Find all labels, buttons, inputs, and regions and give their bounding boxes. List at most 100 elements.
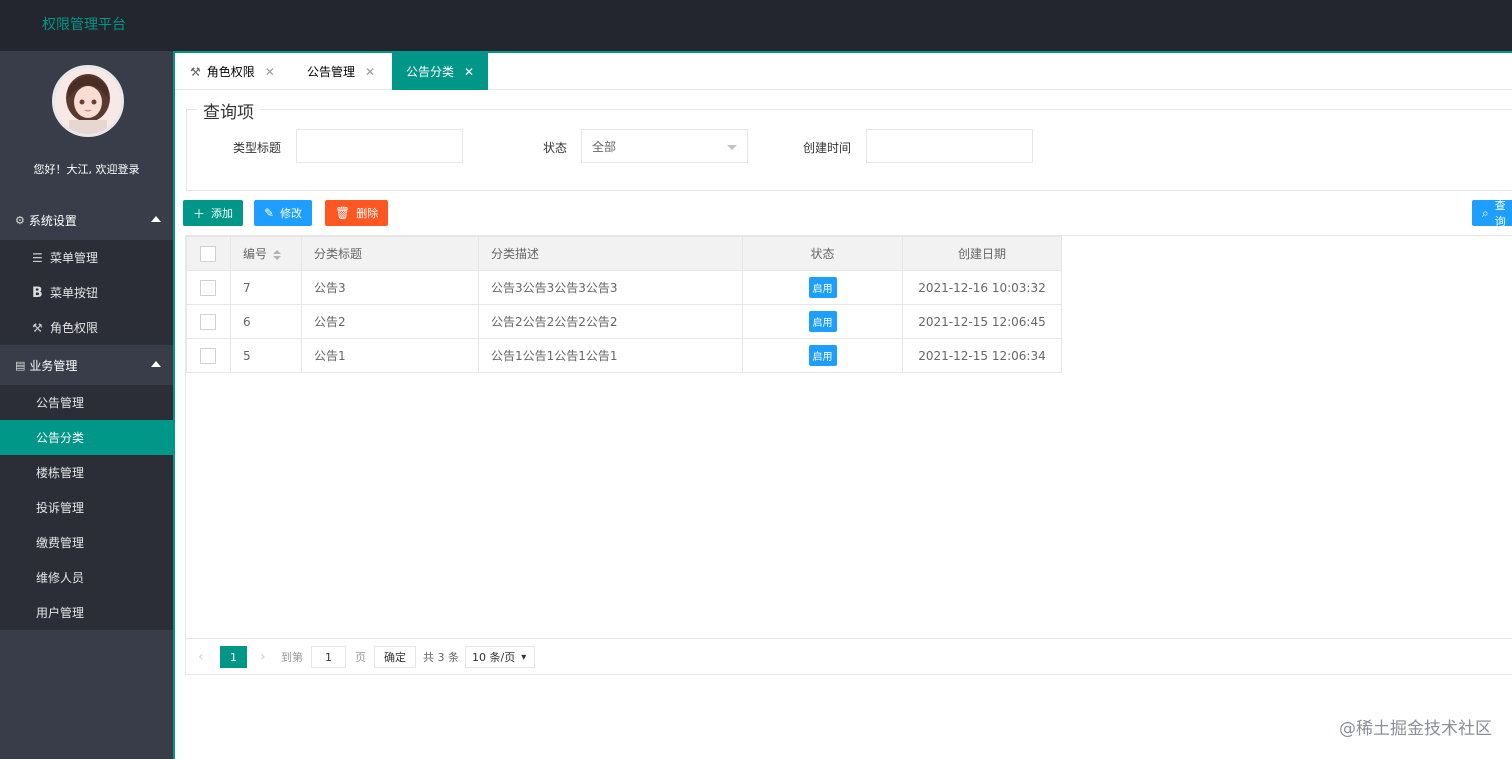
document-icon: ▤: [15, 358, 26, 372]
bold-b-icon: B: [32, 284, 43, 301]
cell-desc: 公告2公告2公告2公告2: [478, 304, 743, 339]
cell-title: 公告3: [301, 270, 479, 305]
tab-label: 公告分类: [406, 65, 455, 79]
table-row[interactable]: 5 公告1 公告1公告1公告1公告1 启用 2021-12-15 12:06:3…: [186, 338, 1062, 373]
tab-label: 角色权限: [206, 65, 255, 79]
sidebar-item-notice-category[interactable]: 公告分类: [0, 420, 173, 455]
tab-bar: ⚒ 角色权限 ✕ 公告管理 ✕ 公告分类 ✕: [175, 51, 1512, 90]
cell-created: 2021-12-15 12:06:45: [902, 304, 1062, 339]
status-select-value: 全部: [592, 139, 617, 154]
sidebar-item-role-permission[interactable]: ⚒ 角色权限: [0, 310, 173, 345]
goto-confirm-button[interactable]: 确定: [374, 646, 416, 668]
status-badge: 启用: [808, 345, 837, 366]
select-all-checkbox[interactable]: [200, 245, 216, 262]
sidebar-item-label: 维修人员: [36, 571, 85, 585]
chevron-down-icon: [727, 145, 737, 150]
tools-icon: ⚒: [32, 320, 43, 335]
page-size-value: 10 条/页: [472, 651, 516, 664]
created-date-input[interactable]: [866, 129, 1033, 163]
col-desc: 分类描述: [478, 236, 743, 271]
goto-label: 到第: [281, 651, 303, 664]
title-label: 类型标题: [233, 141, 282, 155]
search-button-label: 查询: [1494, 199, 1506, 228]
list-icon: ☰: [32, 250, 43, 265]
caret-up-icon: [151, 216, 161, 222]
sidebar: 您好！大江, 欢迎登录 ⚙ 系统设置 ☰ 菜单管理 B 菜单按钮 ⚒ 角色权限 …: [0, 51, 173, 759]
add-button[interactable]: ＋ 添加: [183, 200, 244, 226]
sidebar-item-label: 公告管理: [36, 396, 85, 410]
sidebar-item-complaint-manage[interactable]: 投诉管理: [0, 490, 173, 525]
menu-head-system-settings[interactable]: ⚙ 系统设置: [0, 200, 173, 240]
row-select-cell: [186, 338, 231, 373]
status-label: 状态: [543, 141, 568, 155]
delete-button-label: 删除: [356, 207, 379, 220]
select-all-cell: [186, 236, 231, 271]
sidebar-item-label: 角色权限: [50, 321, 99, 335]
cell-desc: 公告1公告1公告1公告1: [478, 338, 743, 373]
status-badge: 启用: [808, 277, 837, 298]
query-legend: 查询项: [197, 98, 260, 123]
col-status: 状态: [742, 236, 903, 271]
sidebar-item-building-manage[interactable]: 楼栋管理: [0, 455, 173, 490]
cell-status: 启用: [742, 270, 903, 305]
cell-id: 6: [230, 304, 302, 339]
col-created: 创建日期: [902, 236, 1062, 271]
cell-status: 启用: [742, 304, 903, 339]
page-1-button[interactable]: 1: [220, 646, 247, 668]
prev-page-icon[interactable]: ‹: [198, 646, 204, 668]
status-select[interactable]: 全部: [581, 129, 748, 163]
tab-label: 公告管理: [307, 65, 356, 79]
watermark: @稀土掘金技术社区: [1339, 719, 1492, 739]
cell-title: 公告2: [301, 304, 479, 339]
tab-role-permission[interactable]: ⚒ 角色权限 ✕: [190, 53, 275, 90]
edit-button[interactable]: ✎ 修改: [254, 200, 313, 226]
sidebar-item-user-manage[interactable]: 用户管理: [0, 595, 173, 630]
menu-head-business[interactable]: ▤ 业务管理: [0, 345, 173, 385]
table-header-row: 编号 分类标题 分类描述 状态 创建日期: [186, 236, 1062, 271]
goto-page-input[interactable]: 1: [311, 646, 346, 668]
search-button[interactable]: ⌕ 查询: [1472, 199, 1512, 228]
page-size-select[interactable]: 10 条/页 ▾: [465, 646, 535, 668]
cell-status: 启用: [742, 338, 903, 373]
title-input[interactable]: [296, 129, 463, 163]
row-checkbox[interactable]: [200, 313, 216, 330]
cell-id: 7: [230, 270, 302, 305]
sidebar-item-menu-button[interactable]: B 菜单按钮: [0, 275, 173, 310]
pencil-icon: ✎: [264, 206, 275, 220]
close-icon[interactable]: ✕: [265, 65, 275, 79]
col-id-label: 编号: [243, 247, 268, 261]
close-icon[interactable]: ✕: [365, 65, 375, 79]
trash-icon: 🗑: [335, 206, 351, 220]
sidebar-item-repair-staff[interactable]: 维修人员: [0, 560, 173, 595]
tab-notice-category[interactable]: 公告分类 ✕: [392, 53, 489, 90]
sidebar-item-payment-manage[interactable]: 缴费管理: [0, 525, 173, 560]
gear-icon: ⚙: [15, 213, 25, 227]
row-checkbox[interactable]: [200, 347, 216, 364]
table-row[interactable]: 6 公告2 公告2公告2公告2公告2 启用 2021-12-15 12:06:4…: [186, 304, 1062, 339]
sort-icon[interactable]: [273, 249, 282, 260]
col-id[interactable]: 编号: [230, 236, 302, 271]
sidebar-item-notice-manage[interactable]: 公告管理: [0, 385, 173, 420]
table-row[interactable]: 7 公告3 公告3公告3公告3公告3 启用 2021-12-16 10:03:3…: [186, 270, 1062, 305]
add-button-label: 添加: [211, 207, 234, 220]
app-title: 权限管理平台: [42, 17, 126, 33]
sidebar-item-menu-manage[interactable]: ☰ 菜单管理: [0, 240, 173, 275]
avatar[interactable]: [52, 65, 124, 137]
sidebar-item-label: 公告分类: [36, 431, 85, 445]
close-icon[interactable]: ✕: [464, 65, 474, 79]
cell-title: 公告1: [301, 338, 479, 373]
row-checkbox[interactable]: [200, 279, 216, 296]
search-icon: ⌕: [1482, 205, 1489, 220]
chevron-down-icon: ▾: [521, 651, 527, 663]
data-grid: 编号 分类标题 分类描述 状态 创建日期 7 公告3 公告3公告3公告3公告3 …: [185, 235, 1512, 675]
sidebar-item-label: 楼栋管理: [36, 466, 85, 480]
tools-icon: ⚒: [190, 64, 201, 79]
sidebar-item-label: 用户管理: [36, 606, 85, 620]
menu-group-system: ⚙ 系统设置 ☰ 菜单管理 B 菜单按钮 ⚒ 角色权限: [0, 200, 173, 345]
delete-button[interactable]: 🗑 删除: [325, 200, 389, 226]
next-page-icon[interactable]: ›: [260, 646, 266, 668]
col-title: 分类标题: [301, 236, 479, 271]
sidebar-item-label: 菜单管理: [50, 251, 99, 265]
tab-notice-manage[interactable]: 公告管理 ✕: [307, 53, 375, 90]
cell-id: 5: [230, 338, 302, 373]
